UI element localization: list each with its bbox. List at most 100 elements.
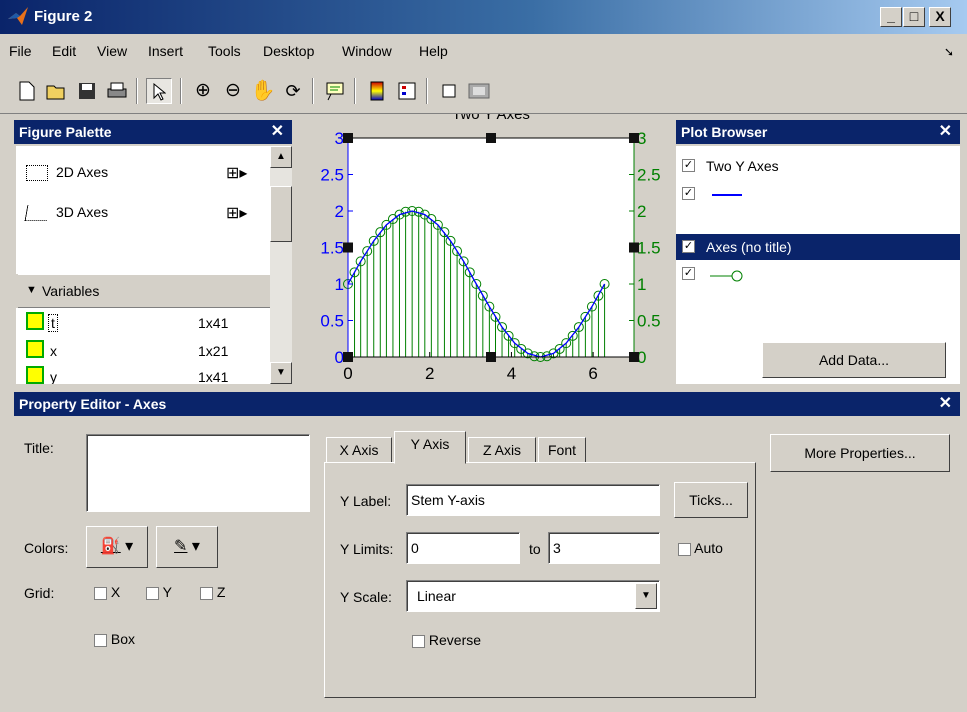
data-cursor-icon[interactable] (322, 78, 348, 104)
y-tick-label-right: 1.5 (637, 239, 661, 258)
x-tick-label: 0 (343, 364, 352, 383)
save-icon[interactable] (74, 78, 100, 104)
selection-handle[interactable] (629, 352, 639, 362)
selection-handle[interactable] (486, 133, 496, 143)
reverse-checkbox[interactable]: Reverse (412, 632, 481, 648)
checkbox[interactable]: ✓ (682, 159, 695, 172)
menu-insert[interactable]: Insert (148, 43, 183, 59)
ticks-button[interactable]: Ticks... (674, 482, 748, 518)
tab-y-axis[interactable]: Y Axis (394, 431, 466, 464)
variable-row[interactable]: x 1x21 (26, 340, 256, 364)
checkbox[interactable]: ✓ (682, 240, 695, 253)
paint-bucket-icon: ⛽ (100, 538, 121, 555)
variable-row[interactable]: t 1x41 (26, 312, 256, 336)
grid-x-checkbox[interactable]: X (94, 584, 120, 600)
dock-arrow-icon[interactable]: ➘ (944, 45, 954, 59)
grid-layout-2d-icon[interactable]: ⊞▸ (226, 163, 247, 183)
menu-edit[interactable]: Edit (52, 43, 76, 59)
menu-help[interactable]: Help (419, 43, 448, 59)
checkbox[interactable]: ✓ (682, 267, 695, 280)
grid-layout-3d-icon[interactable]: ⊞▸ (226, 203, 247, 223)
palette-new-subplots: 2D Axes ⊞▸ 3D Axes ⊞▸ (16, 146, 292, 274)
plot-title: Two Y Axes (452, 114, 530, 123)
ylim-max-input[interactable]: 3 (548, 532, 660, 564)
property-editor-close-icon[interactable]: ✕ (939, 392, 952, 416)
grid-y-checkbox[interactable]: Y (146, 584, 172, 600)
property-editor-header: Property Editor - Axes ✕ (14, 392, 960, 416)
ylabel-label: Y Label: (340, 493, 392, 509)
hide-plot-tools-icon[interactable] (436, 78, 462, 104)
collapse-triangle-icon: ▼ (26, 284, 37, 296)
grid-z-checkbox[interactable]: Z (200, 584, 225, 600)
maximize-button[interactable]: □ (903, 7, 925, 27)
plot-axes[interactable]: Two Y Axes0 00.5 0.51 11.5 1.52 22.5 2.53 30 2 4 6 (292, 114, 672, 388)
variable-row[interactable]: y 1x41 (26, 366, 256, 384)
variables-list: t 1x41 x 1x21 y 1x41 (16, 308, 270, 384)
plot-browser-header: Plot Browser ✕ (676, 120, 960, 144)
edge-color-button[interactable]: ✎ ▾ (156, 526, 218, 568)
yscale-select[interactable]: Linear ▼ (406, 580, 660, 612)
new-figure-icon[interactable] (14, 78, 40, 104)
title-label: Title: (24, 440, 54, 456)
y-tick-label-right: 0.5 (637, 312, 661, 331)
selection-handle[interactable] (343, 242, 353, 253)
selection-handle[interactable] (629, 133, 639, 143)
ylim-min-input[interactable]: 0 (406, 532, 520, 564)
title-textarea[interactable] (86, 434, 310, 512)
colorbar-icon[interactable] (364, 78, 390, 104)
close-button[interactable]: X (929, 7, 951, 27)
ylabel-input[interactable]: Stem Y-axis (406, 484, 660, 516)
scroll-up-icon[interactable]: ▲ (270, 146, 292, 168)
browser-item-axes-no-title[interactable]: ✓ Axes (no title) (676, 234, 960, 260)
figure-toolbar: ⊕ ⊖ ✋ ⟳ (0, 66, 967, 114)
open-file-icon[interactable] (44, 78, 70, 104)
pan-hand-icon[interactable]: ✋ (250, 78, 276, 104)
scroll-thumb[interactable] (270, 186, 292, 242)
palette-3d-axes[interactable]: 3D Axes (24, 204, 108, 222)
menu-view[interactable]: View (97, 43, 127, 59)
palette-2d-axes[interactable]: 2D Axes (26, 164, 108, 182)
browser-item-two-y-axes[interactable]: ✓ Two Y Axes (680, 156, 956, 178)
add-data-button[interactable]: Add Data... (762, 342, 946, 378)
toolbar-separator (136, 78, 138, 104)
tab-z-axis[interactable]: Z Axis (468, 437, 536, 463)
face-color-button[interactable]: ⛽ ▾ (86, 526, 148, 568)
checkbox[interactable]: ✓ (682, 187, 695, 200)
y-tick-label-left: 1 (335, 275, 344, 294)
menu-file[interactable]: File (9, 43, 32, 59)
plot-browser-close-icon[interactable]: ✕ (939, 120, 952, 144)
toolbar-separator (180, 78, 182, 104)
tab-font[interactable]: Font (538, 437, 586, 463)
menu-desktop[interactable]: Desktop (263, 43, 314, 59)
print-icon[interactable] (104, 78, 130, 104)
window-title: Figure 2 (34, 8, 93, 25)
selection-handle[interactable] (343, 352, 353, 362)
chevron-down-icon[interactable]: ▼ (635, 583, 657, 609)
menu-tools[interactable]: Tools (208, 43, 241, 59)
auto-checkbox[interactable]: Auto (678, 540, 723, 556)
more-properties-button[interactable]: More Properties... (770, 434, 950, 472)
legend-icon[interactable] (394, 78, 420, 104)
show-plot-tools-icon[interactable] (466, 78, 492, 104)
figure-canvas: Two Y Axes 0 0 0.5 0.5 1 1 1.5 1.5 2 2 2.5 2.5 3 3 0 2 4 6 (292, 114, 672, 388)
select-arrow-icon[interactable] (146, 78, 172, 104)
rotate-3d-icon[interactable]: ⟳ (280, 78, 306, 104)
menu-window[interactable]: Window (342, 43, 392, 59)
box-checkbox[interactable]: Box (94, 631, 135, 647)
selection-handle[interactable] (629, 242, 639, 253)
toolbar-separator (312, 78, 314, 104)
browser-item-line-series[interactable]: ✓ (680, 184, 956, 206)
menu-bar: File Edit View Insert Tools Desktop Wind… (0, 34, 967, 66)
zoom-out-icon[interactable]: ⊖ (220, 78, 246, 104)
variables-header[interactable]: ▼ Variables (18, 274, 270, 308)
stem-legend-icon (710, 270, 743, 282)
selection-handle[interactable] (343, 133, 353, 143)
minimize-button[interactable]: _ (880, 7, 902, 27)
zoom-in-icon[interactable]: ⊕ (190, 78, 216, 104)
tab-x-axis[interactable]: X Axis (326, 437, 392, 463)
scroll-down-icon[interactable]: ▼ (270, 362, 292, 384)
browser-item-stem-series[interactable]: ✓ (680, 264, 956, 286)
selection-handle[interactable] (486, 352, 496, 362)
palette-scrollbar[interactable]: ▲ ▼ (270, 146, 292, 384)
figure-palette-close-icon[interactable]: ✕ (271, 120, 284, 144)
